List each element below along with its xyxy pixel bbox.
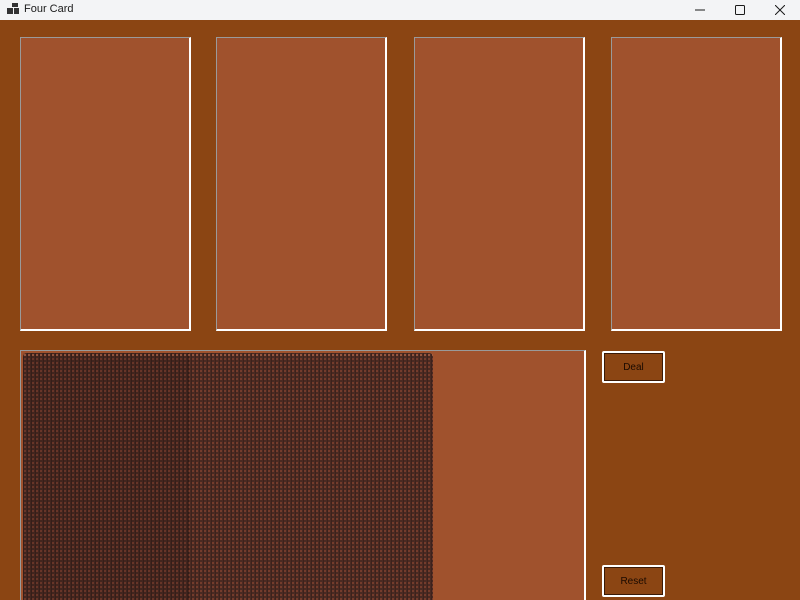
window-title: Four Card xyxy=(24,3,74,15)
card-slot-2[interactable] xyxy=(216,37,387,331)
card-slot-1[interactable] xyxy=(20,37,191,331)
maximize-button[interactable] xyxy=(720,0,760,20)
reset-button[interactable]: Reset xyxy=(602,565,665,597)
deal-button[interactable]: Deal xyxy=(602,351,665,383)
close-button[interactable] xyxy=(760,0,800,20)
minimize-icon xyxy=(695,9,705,11)
app-window-icon xyxy=(7,3,19,14)
maximize-icon xyxy=(735,5,745,15)
minimize-button[interactable] xyxy=(680,0,720,20)
title-bar[interactable]: Four Card xyxy=(0,0,800,20)
card-deck-stack[interactable] xyxy=(23,353,433,600)
card-slot-4[interactable] xyxy=(611,37,782,331)
close-icon xyxy=(775,5,785,15)
card-slot-3[interactable] xyxy=(414,37,585,331)
deck-panel[interactable] xyxy=(20,350,586,600)
